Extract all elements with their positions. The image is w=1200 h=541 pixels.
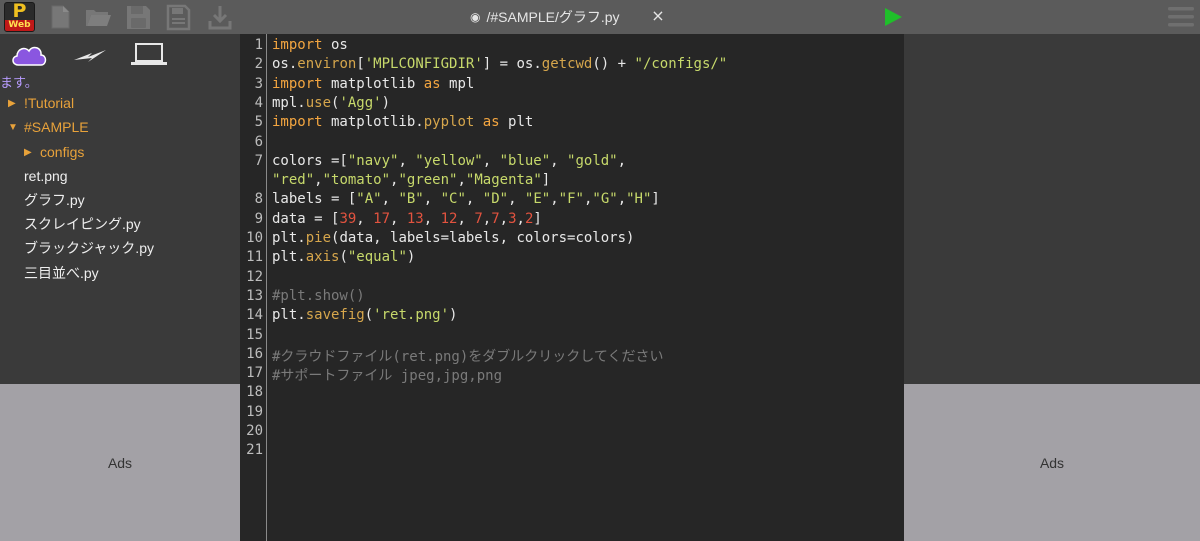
tree-folder-sample[interactable]: ▼ #SAMPLE <box>8 116 89 138</box>
code-line: data = [39, 17, 13, 12, 7,7,3,2] <box>272 210 542 227</box>
tree-file-tictactoe-py[interactable]: 三目並べ.py <box>24 262 99 284</box>
code-line: #クラウドファイル(ret.png)をダブルクリックしてください <box>272 348 664 365</box>
close-tab-button[interactable]: × <box>650 5 666 27</box>
sidebar: ます。 ▶ !Tutorial ▼ #SAMPLE ▶ configs ret.… <box>0 34 240 384</box>
logo-web-label: Web <box>5 20 34 31</box>
file-tab[interactable]: ◉ /#SAMPLE/グラフ.py <box>470 6 620 28</box>
save-icon[interactable] <box>124 3 152 31</box>
collapsed-arrow-icon: ▶ <box>24 146 32 158</box>
tree-item-label: configs <box>40 144 85 160</box>
code-line: plt.pie(data, labels=labels, colors=colo… <box>272 230 635 246</box>
line-number: 17 <box>246 365 263 382</box>
app-logo[interactable]: P Web <box>4 2 35 32</box>
code-line: import matplotlib as mpl <box>272 75 475 92</box>
tree-file-graph-py[interactable]: グラフ.py <box>24 189 85 211</box>
collapsed-arrow-icon: ▶ <box>8 97 16 109</box>
toolbar: P Web ◉ /#SAMPLE/グラフ.py × <box>0 0 1200 34</box>
tree-item-label: グラフ.py <box>24 192 85 208</box>
tree-item-label: #SAMPLE <box>24 119 89 135</box>
line-number: 13 <box>246 287 263 304</box>
code-editor[interactable]: 1 2 3 4 5 6 7 8 9 10 11 12 13 14 15 16 17 18 19 20 21 import… <box>240 34 904 541</box>
line-number: 16 <box>246 345 263 362</box>
download-icon[interactable] <box>206 3 234 31</box>
tree-item-label: スクレイピング.py <box>24 216 141 232</box>
ad-panel-left[interactable]: Ads <box>0 384 240 541</box>
line-number: 19 <box>246 403 263 420</box>
line-number: 11 <box>246 249 263 266</box>
cloud-icon <box>12 46 47 66</box>
line-number: 9 <box>254 210 263 227</box>
run-icon <box>885 8 902 26</box>
laptop-tab[interactable] <box>129 40 169 68</box>
code-line: import matplotlib.pyplot as plt <box>272 114 534 131</box>
lightning-icon <box>74 50 106 62</box>
tree-item-label: 三目並べ.py <box>24 265 99 281</box>
save-as-icon[interactable] <box>164 3 192 31</box>
hamburger-menu-icon <box>1168 7 1194 27</box>
tree-folder-tutorial[interactable]: ▶ !Tutorial <box>8 92 74 114</box>
hamburger-menu-button[interactable] <box>1168 5 1194 29</box>
output-panel <box>904 34 1200 384</box>
tree-item-label: ret.png <box>24 168 68 184</box>
line-number: 21 <box>246 442 263 459</box>
line-number: 4 <box>254 94 263 111</box>
line-number: 6 <box>254 133 263 150</box>
line-number: 12 <box>246 268 263 285</box>
line-number: 14 <box>246 307 263 324</box>
line-number-gutter: 1 2 3 4 5 6 7 8 9 10 11 12 13 14 15 16 17 18 19 20 21 <box>240 34 267 541</box>
code-line: os.environ['MPLCONFIGDIR'] = os.getcwd()… <box>272 56 728 73</box>
line-number: 20 <box>246 423 263 439</box>
modified-dot-icon: ◉ <box>470 10 481 24</box>
cloud-tab[interactable] <box>9 40 49 68</box>
ad-label: Ads <box>107 454 133 471</box>
line-number: 1 <box>254 37 263 53</box>
file-tab-title: /#SAMPLE/グラフ.py <box>486 9 620 25</box>
app-window: P Web ◉ /#SAMPLE/グラフ.py × ます。 ▶ !Tutoria… <box>0 0 1200 541</box>
line-number: 8 <box>254 191 263 208</box>
line-number: 10 <box>246 230 263 246</box>
code-line: labels = ["A", "B", "C", "D", "E","F","G… <box>272 191 660 208</box>
ad-panel-right[interactable]: Ads <box>904 384 1200 541</box>
line-number: 7 <box>254 152 263 169</box>
line-number: 18 <box>246 384 263 401</box>
expanded-arrow-icon: ▼ <box>8 121 18 133</box>
laptop-icon <box>131 43 167 65</box>
line-number: 2 <box>254 56 263 73</box>
code-line: "red","tomato","green","Magenta"] <box>272 172 551 189</box>
code-line: mpl.use('Agg') <box>272 94 391 111</box>
tree-file-blackjack-py[interactable]: ブラックジャック.py <box>24 237 154 259</box>
code-line: import os <box>272 37 348 53</box>
code-line: colors =["navy", "yellow", "blue", "gold… <box>272 152 627 169</box>
sidebar-message: ます。 <box>0 75 38 90</box>
run-button[interactable] <box>882 6 904 28</box>
line-number: 15 <box>246 326 263 343</box>
tree-file-ret-png[interactable]: ret.png <box>24 165 68 187</box>
tree-item-label: !Tutorial <box>24 95 75 111</box>
code-line: plt.savefig('ret.png') <box>272 307 458 324</box>
line-number: 5 <box>254 114 263 131</box>
tree-folder-configs[interactable]: ▶ configs <box>24 141 84 163</box>
ad-label: Ads <box>1039 454 1065 471</box>
line-number: 3 <box>254 75 263 92</box>
tree-item-label: ブラックジャック.py <box>24 240 154 256</box>
code-line: #サポートファイル jpeg,jpg,png <box>272 368 503 385</box>
code-line: #plt.show() <box>272 287 365 304</box>
new-file-icon[interactable] <box>46 3 74 31</box>
tree-file-scraping-py[interactable]: スクレイピング.py <box>24 213 141 235</box>
code-line: plt.axis("equal") <box>272 249 416 266</box>
lightning-tab[interactable] <box>70 40 110 68</box>
logo-letter: P <box>12 2 27 22</box>
open-folder-icon[interactable] <box>84 3 112 31</box>
